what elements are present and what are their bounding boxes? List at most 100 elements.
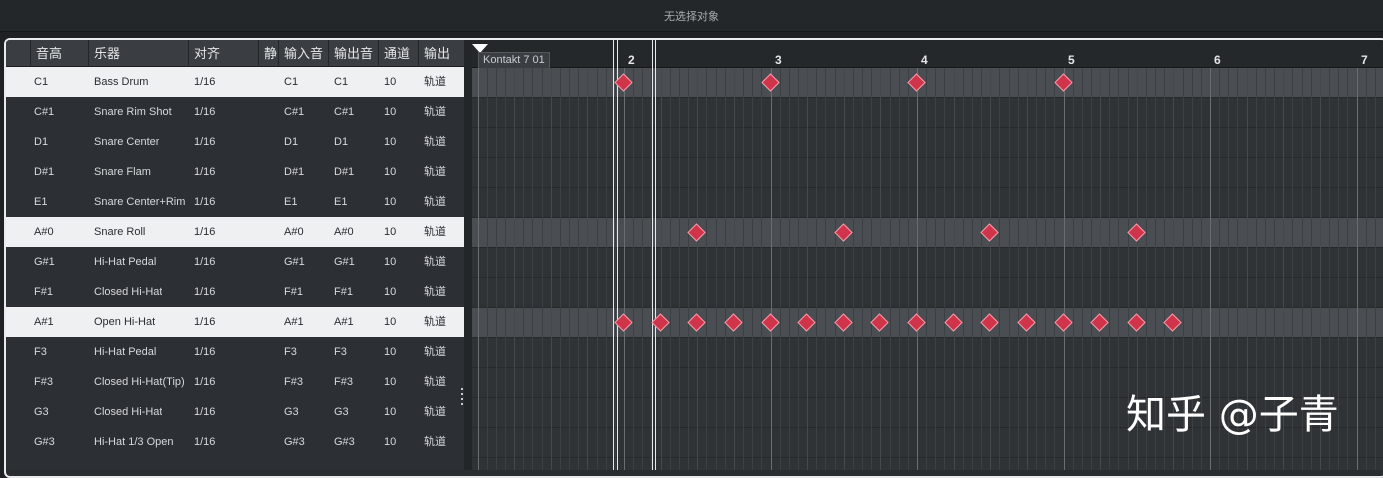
cell-quantize: 1/16 bbox=[194, 436, 216, 448]
grid-line bbox=[496, 68, 497, 470]
grid-line bbox=[1375, 68, 1376, 470]
cell-pitch: F3 bbox=[34, 346, 47, 358]
cell-quantize: 1/16 bbox=[194, 196, 216, 208]
header-output-note[interactable]: 输出音 bbox=[328, 40, 378, 67]
cell-output: 轨道 bbox=[424, 76, 446, 88]
panel-splitter[interactable] bbox=[464, 40, 472, 470]
splitter-grip-icon[interactable] bbox=[461, 388, 464, 410]
cell-output-note: G#3 bbox=[334, 436, 355, 448]
cell-channel: 10 bbox=[384, 76, 397, 88]
grid-line bbox=[642, 68, 643, 470]
grid-line bbox=[990, 68, 991, 470]
cell-output-note: C1 bbox=[334, 76, 349, 88]
table-row[interactable]: F#3 Closed Hi-Hat(Tip) 1/16 F#3 F#3 10 轨道 bbox=[6, 367, 464, 397]
cell-input-note: G#3 bbox=[284, 436, 305, 448]
table-row[interactable]: F3 Hi-Hat Pedal 1/16 F3 F3 10 轨道 bbox=[6, 337, 464, 367]
cell-output: 轨道 bbox=[424, 316, 446, 328]
grid-line bbox=[716, 68, 717, 470]
cell-output: 轨道 bbox=[424, 166, 446, 178]
grid-line bbox=[871, 68, 872, 470]
status-bar: 无选择对象 bbox=[0, 0, 1383, 32]
grid-line bbox=[706, 68, 707, 470]
table-row[interactable]: C#1 Snare Rim Shot 1/16 C#1 C#1 10 轨道 bbox=[6, 97, 464, 127]
cell-output: 轨道 bbox=[424, 196, 446, 208]
cell-instrument: Closed Hi-Hat bbox=[94, 406, 163, 418]
grid-line bbox=[999, 68, 1000, 470]
table-row[interactable]: A#0 Snare Roll 1/16 A#0 A#0 10 轨道 bbox=[6, 217, 464, 247]
table-row[interactable]: C1 Bass Drum 1/16 C1 C1 10 轨道 bbox=[6, 67, 464, 97]
table-row[interactable]: D#1 Snare Flam 1/16 D#1 D#1 10 轨道 bbox=[6, 157, 464, 187]
cell-input-note: F3 bbox=[284, 346, 297, 358]
bar-number: 7 bbox=[1361, 53, 1368, 67]
header-pitch[interactable]: 音高 bbox=[30, 40, 88, 67]
locator-left[interactable] bbox=[613, 40, 614, 470]
cell-pitch: F#3 bbox=[34, 376, 53, 388]
cell-output-note: D1 bbox=[334, 136, 349, 148]
cell-channel: 10 bbox=[384, 226, 397, 238]
grid-line bbox=[587, 68, 588, 470]
cell-instrument: Closed Hi-Hat bbox=[94, 286, 163, 298]
table-row[interactable]: F#1 Closed Hi-Hat 1/16 F#1 F#1 10 轨道 bbox=[6, 277, 464, 307]
bar-number: 3 bbox=[775, 53, 782, 67]
grid-line bbox=[734, 68, 735, 470]
grid-line bbox=[798, 68, 799, 470]
cell-quantize: 1/16 bbox=[194, 76, 216, 88]
grid-line bbox=[670, 68, 671, 470]
grid-line bbox=[487, 68, 488, 470]
grid-line bbox=[862, 68, 863, 470]
timeline-ruler[interactable]: Kontakt 7 01 2 3 4 5 6 7 bbox=[472, 40, 1383, 68]
cell-pitch: G#1 bbox=[34, 256, 55, 268]
grid-line bbox=[1045, 68, 1046, 470]
grid-line bbox=[963, 68, 964, 470]
cell-channel: 10 bbox=[384, 406, 397, 418]
table-row[interactable]: G#1 Hi-Hat Pedal 1/16 G#1 G#1 10 轨道 bbox=[6, 247, 464, 277]
cell-channel: 10 bbox=[384, 256, 397, 268]
cell-input-note: A#1 bbox=[284, 316, 304, 328]
grid-line bbox=[569, 68, 570, 470]
grid-line bbox=[1118, 68, 1119, 470]
grid-line bbox=[835, 68, 836, 470]
cell-output-note: F3 bbox=[334, 346, 347, 358]
grid-line bbox=[578, 68, 579, 470]
header-instrument[interactable]: 乐器 bbox=[88, 40, 188, 67]
grid-line bbox=[880, 68, 881, 470]
header-channel[interactable]: 通道 bbox=[378, 40, 418, 67]
playback-position-edge[interactable] bbox=[655, 40, 656, 470]
drum-map-list: 音高 乐器 对齐 静 输入音 输出音 通道 输出 C1 Bass Drum 1/16… bbox=[6, 40, 464, 470]
table-row[interactable]: D1 Snare Center 1/16 D1 D1 10 轨道 bbox=[6, 127, 464, 157]
grid-line bbox=[908, 68, 909, 470]
header-input-note[interactable]: 输入音 bbox=[278, 40, 328, 67]
table-row[interactable]: G#3 Hi-Hat 1/3 Open 1/16 G#3 G#3 10 轨道 bbox=[6, 427, 464, 457]
table-row[interactable]: A#1 Open Hi-Hat 1/16 A#1 A#1 10 轨道 bbox=[6, 307, 464, 337]
cell-pitch: F#1 bbox=[34, 286, 53, 298]
cell-channel: 10 bbox=[384, 346, 397, 358]
cell-pitch: E1 bbox=[34, 196, 48, 208]
grid-line bbox=[816, 68, 817, 470]
cell-output: 轨道 bbox=[424, 226, 446, 238]
header-output[interactable]: 输出 bbox=[418, 40, 464, 67]
cell-output: 轨道 bbox=[424, 256, 446, 268]
cell-channel: 10 bbox=[384, 196, 397, 208]
grid-line bbox=[890, 68, 891, 470]
cell-output-note: E1 bbox=[334, 196, 348, 208]
cell-output: 轨道 bbox=[424, 376, 446, 388]
cell-output-note: G3 bbox=[334, 406, 349, 418]
locator-left-edge[interactable] bbox=[617, 40, 618, 470]
grid-line bbox=[1366, 68, 1367, 470]
header-mute[interactable]: 静 bbox=[258, 40, 278, 67]
cell-pitch: A#0 bbox=[34, 226, 54, 238]
grid-line bbox=[551, 68, 552, 470]
cell-instrument: Hi-Hat 1/3 Open bbox=[94, 436, 174, 448]
cell-pitch: D#1 bbox=[34, 166, 55, 178]
cell-output: 轨道 bbox=[424, 436, 446, 448]
header-quantize[interactable]: 对齐 bbox=[188, 40, 258, 67]
grid-line bbox=[505, 68, 506, 470]
table-row[interactable]: E1 Snare Center+Rim 1/16 E1 E1 10 轨道 bbox=[6, 187, 464, 217]
grid-line bbox=[1091, 68, 1092, 470]
cell-input-note: G#1 bbox=[284, 256, 305, 268]
part-label[interactable]: Kontakt 7 01 bbox=[478, 52, 550, 68]
playback-position[interactable] bbox=[652, 40, 653, 470]
cell-channel: 10 bbox=[384, 106, 397, 118]
table-row[interactable]: G3 Closed Hi-Hat 1/16 G3 G3 10 轨道 bbox=[6, 397, 464, 427]
grid-line bbox=[679, 68, 680, 470]
